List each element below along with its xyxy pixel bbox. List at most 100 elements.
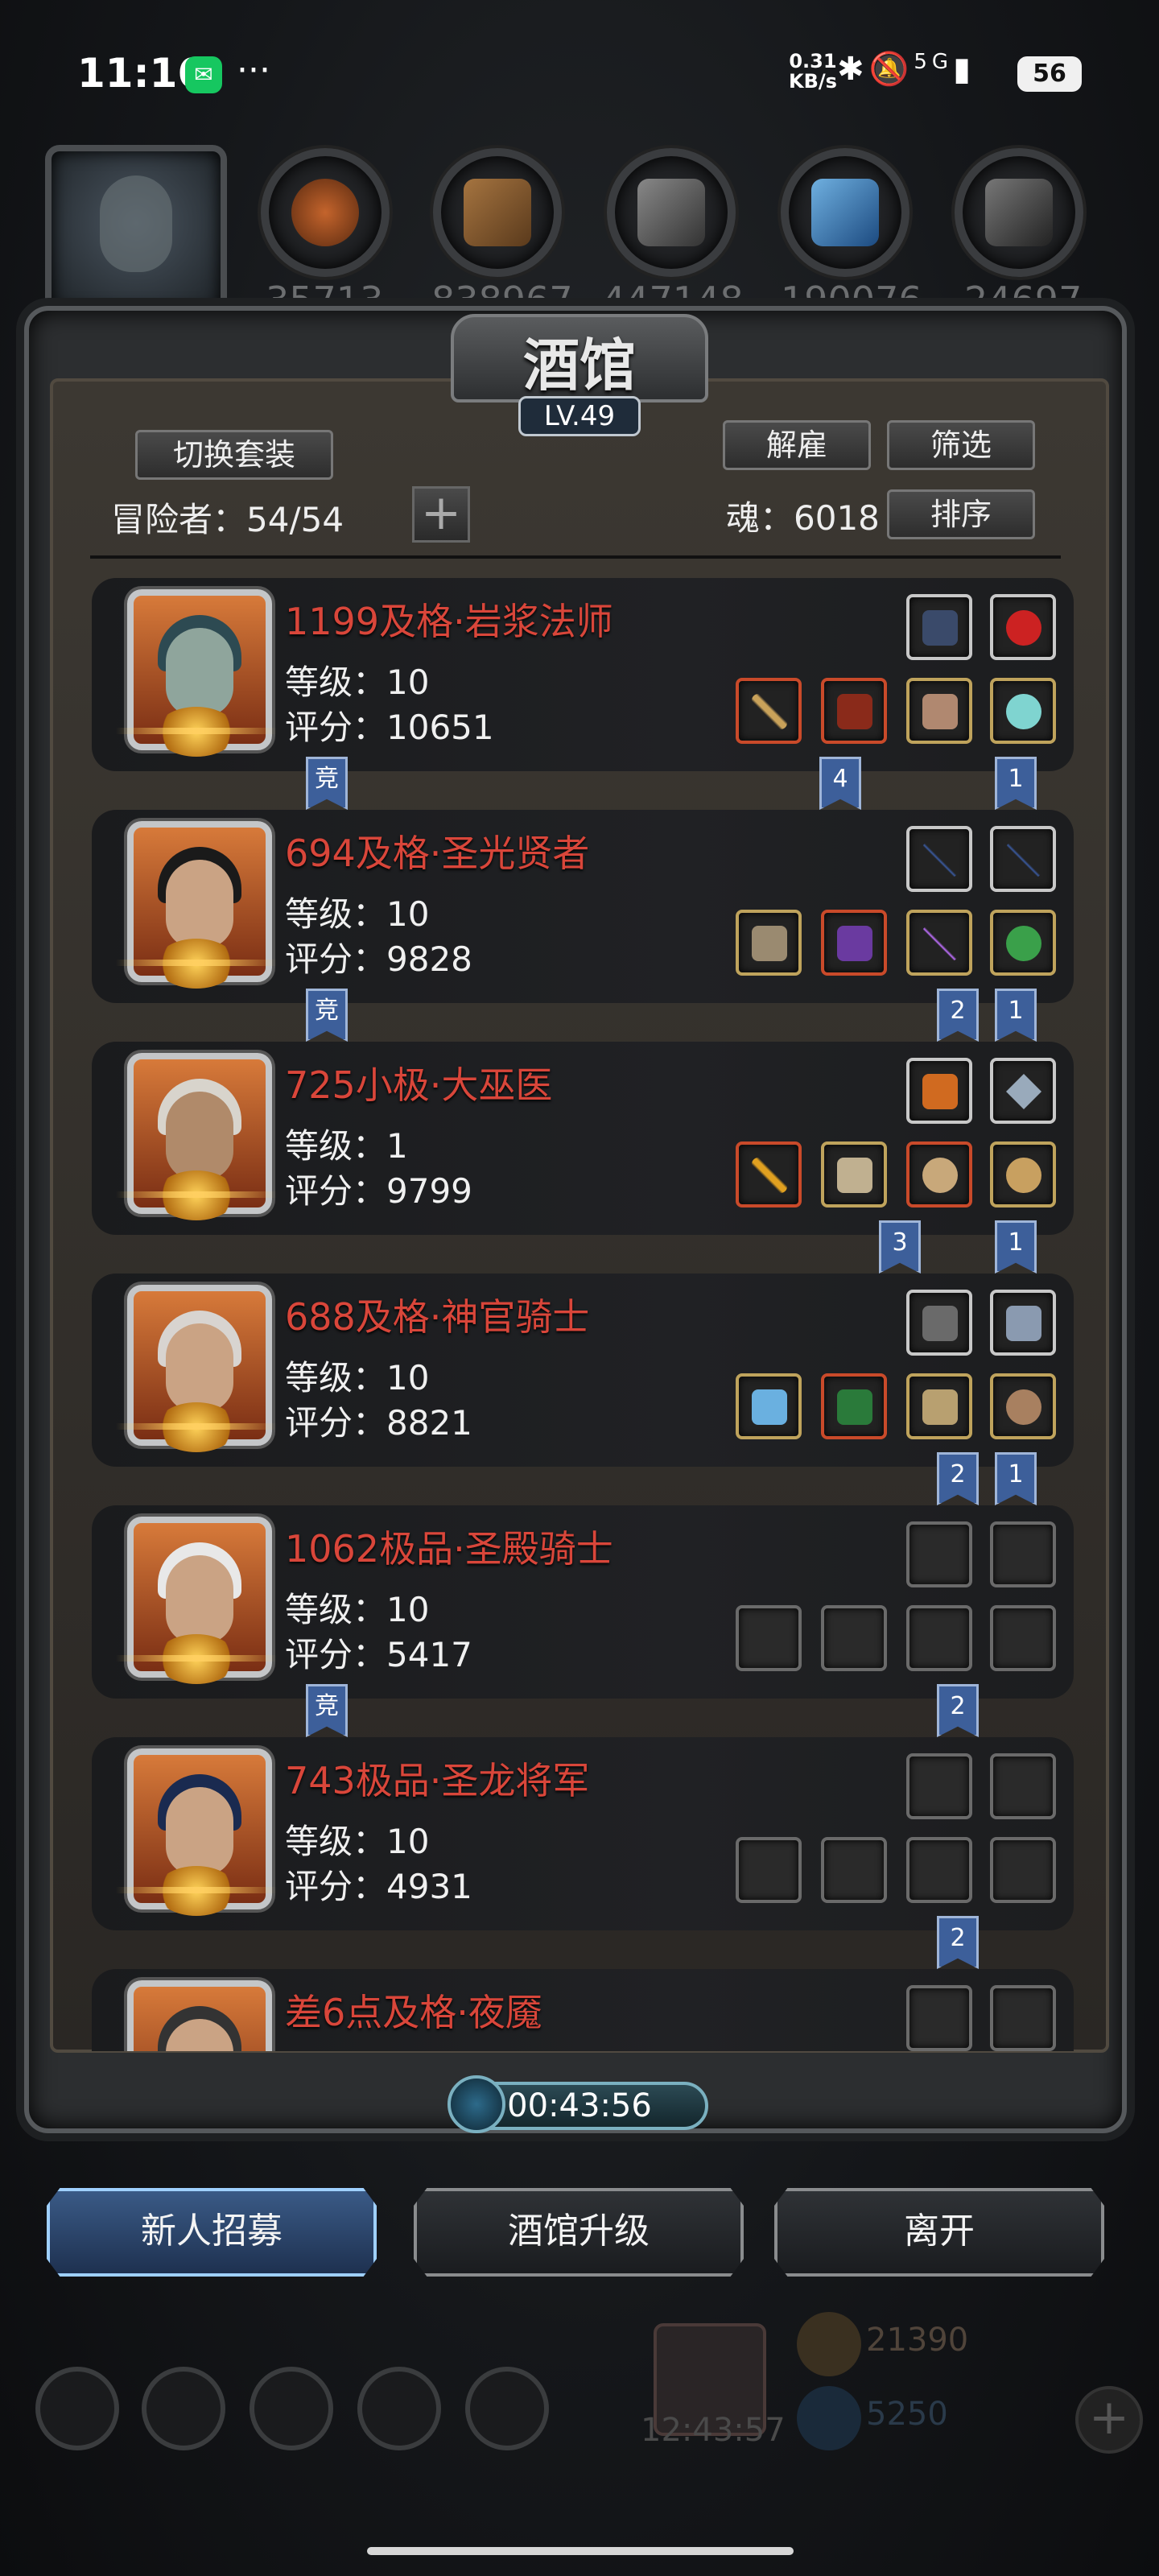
switch-outfit-button[interactable]: 切换套装 [135, 430, 333, 480]
tome-icon[interactable] [990, 1290, 1056, 1356]
resource-iron-icon[interactable] [955, 148, 1083, 277]
gold-amount: 21390 [866, 2322, 969, 2359]
hero-name: 688及格·神官骑士 [285, 1295, 590, 1339]
hero-card[interactable]: 1199及格·岩浆法师 等级：10 评分：10651 [92, 578, 1074, 771]
dismiss-button[interactable]: 解雇 [723, 420, 871, 470]
hero-name: 725小极·大巫医 [285, 1063, 553, 1107]
add-currency-icon[interactable]: + [1075, 2386, 1143, 2454]
hero-name: 743极品·圣龙将军 [285, 1759, 590, 1802]
hero-score: 评分：9828 [285, 939, 472, 979]
boots-icon[interactable] [906, 1373, 972, 1439]
home-indicator[interactable] [367, 2547, 794, 2555]
hero-name: 差6点及格·夜魇 [285, 1991, 542, 2034]
hero-level: 等级：10 [285, 663, 430, 702]
empty-weapon-slot-icon[interactable] [736, 1837, 802, 1903]
ring-icon[interactable] [990, 1373, 1056, 1439]
amulet-icon[interactable] [990, 910, 1056, 976]
hero-name: 694及格·圣光贤者 [285, 832, 590, 875]
red-gem-icon[interactable] [990, 594, 1056, 660]
resource-meat-icon[interactable] [261, 148, 390, 277]
wechat-icon: ✉ [185, 56, 222, 93]
empty-armor-slot-icon[interactable] [821, 1605, 887, 1671]
signal-label: 5G [914, 50, 954, 74]
set-count-badge: 1 [995, 757, 1037, 810]
resource-stone-icon[interactable] [607, 148, 736, 277]
sort-button[interactable]: 排序 [887, 489, 1035, 539]
hero-card[interactable]: 1062极品·圣殿骑士 等级：10 评分：5417 [92, 1505, 1074, 1699]
empty-slot-icon[interactable] [906, 1521, 972, 1587]
set-count-badge: 2 [937, 989, 979, 1042]
crystal-icon[interactable] [990, 1058, 1056, 1124]
wand-icon[interactable] [906, 910, 972, 976]
hero-card[interactable]: 694及格·圣光贤者 等级：10 评分：9828 [92, 810, 1074, 1003]
leave-button[interactable]: 离开 [774, 2188, 1104, 2277]
upgrade-tavern-button[interactable]: 酒馆升级 [414, 2188, 744, 2277]
set-count-badge: 1 [995, 1452, 1037, 1505]
hammer-icon[interactable] [736, 910, 802, 976]
inventory-icon[interactable] [250, 2367, 333, 2450]
more-dots: ··· [237, 50, 270, 91]
empty-weapon-slot-icon[interactable] [736, 1605, 802, 1671]
empty-slot-icon[interactable] [990, 1521, 1056, 1587]
armor-icon[interactable] [821, 678, 887, 744]
hero-card[interactable]: 725小极·大巫医 等级：1 评分：9799 [92, 1042, 1074, 1235]
arena-badge: 竞 [306, 757, 348, 810]
helmet-icon[interactable] [821, 1141, 887, 1208]
crossbow-icon[interactable] [906, 1290, 972, 1356]
empty-ring-slot-icon[interactable] [990, 1605, 1056, 1671]
rank-emblem-icon [116, 1634, 277, 1684]
staff-icon[interactable] [736, 678, 802, 744]
empty-slot-icon[interactable] [906, 1753, 972, 1819]
bow-icon[interactable] [906, 826, 972, 892]
armor-icon[interactable] [821, 910, 887, 976]
soul-count: 魂：6018 [726, 498, 880, 538]
resource-wood-icon[interactable] [433, 148, 562, 277]
gem-icon [797, 2386, 861, 2450]
bluetooth-icon: ✱ [837, 51, 869, 88]
filter-button[interactable]: 筛选 [887, 420, 1035, 470]
hero-list[interactable]: 1199及格·岩浆法师 等级：10 评分：10651 竞 4 1 694及格·圣… [68, 573, 1090, 2051]
hero-card[interactable]: 688及格·神官骑士 等级：10 评分：8821 [92, 1274, 1074, 1467]
empty-slot-icon[interactable] [990, 1753, 1056, 1819]
hero-name: 1199及格·岩浆法师 [285, 600, 613, 643]
gem-amount: 5250 [866, 2396, 948, 2433]
hero-score: 评分：5417 [285, 1635, 472, 1674]
scepter-icon[interactable] [736, 1141, 802, 1208]
arena-badge: 竞 [306, 1684, 348, 1737]
mace-icon[interactable] [736, 1373, 802, 1439]
empty-armor-slot-icon[interactable] [821, 1837, 887, 1903]
armor-icon[interactable] [821, 1373, 887, 1439]
resource-crystal-icon[interactable] [781, 148, 909, 277]
hero-level: 等级：1 [285, 1126, 408, 1166]
empty-ring-slot-icon[interactable] [906, 1605, 972, 1671]
rank-emblem-icon [116, 1402, 277, 1452]
set-count-badge: 4 [819, 757, 861, 810]
set-count-badge: 1 [995, 989, 1037, 1042]
settings-icon[interactable] [35, 2367, 119, 2450]
ring-icon[interactable] [990, 1141, 1056, 1208]
status-icons: ✱🔕5G▮ [837, 50, 975, 88]
empty-slot-icon[interactable] [990, 1985, 1056, 2051]
set-count-badge: 2 [937, 1916, 979, 1969]
recruit-button[interactable]: 新人招募 [47, 2188, 377, 2277]
rank-emblem-icon [116, 707, 277, 757]
chalice-icon[interactable] [906, 1058, 972, 1124]
map-icon[interactable] [465, 2367, 549, 2450]
player-portrait[interactable] [45, 145, 227, 317]
orb-icon[interactable] [990, 678, 1056, 744]
tarot-card-icon[interactable] [906, 594, 972, 660]
ring-icon[interactable] [906, 1141, 972, 1208]
add-slot-button[interactable]: + [412, 486, 470, 543]
star-icon[interactable] [142, 2367, 225, 2450]
empty-ring-slot-icon[interactable] [906, 1837, 972, 1903]
hero-score: 评分：10651 [285, 708, 494, 747]
hero-card[interactable]: 差6点及格·夜魇 [92, 1969, 1074, 2051]
bow-icon[interactable] [990, 826, 1056, 892]
bracer-icon[interactable] [906, 678, 972, 744]
mail-icon[interactable] [357, 2367, 441, 2450]
hero-card[interactable]: 743极品·圣龙将军 等级：10 评分：4931 [92, 1737, 1074, 1930]
arena-badge: 竞 [306, 989, 348, 1042]
empty-slot-icon[interactable] [906, 1985, 972, 2051]
page-title: 酒馆 [523, 332, 636, 398]
empty-ring-slot-icon[interactable] [990, 1837, 1056, 1903]
